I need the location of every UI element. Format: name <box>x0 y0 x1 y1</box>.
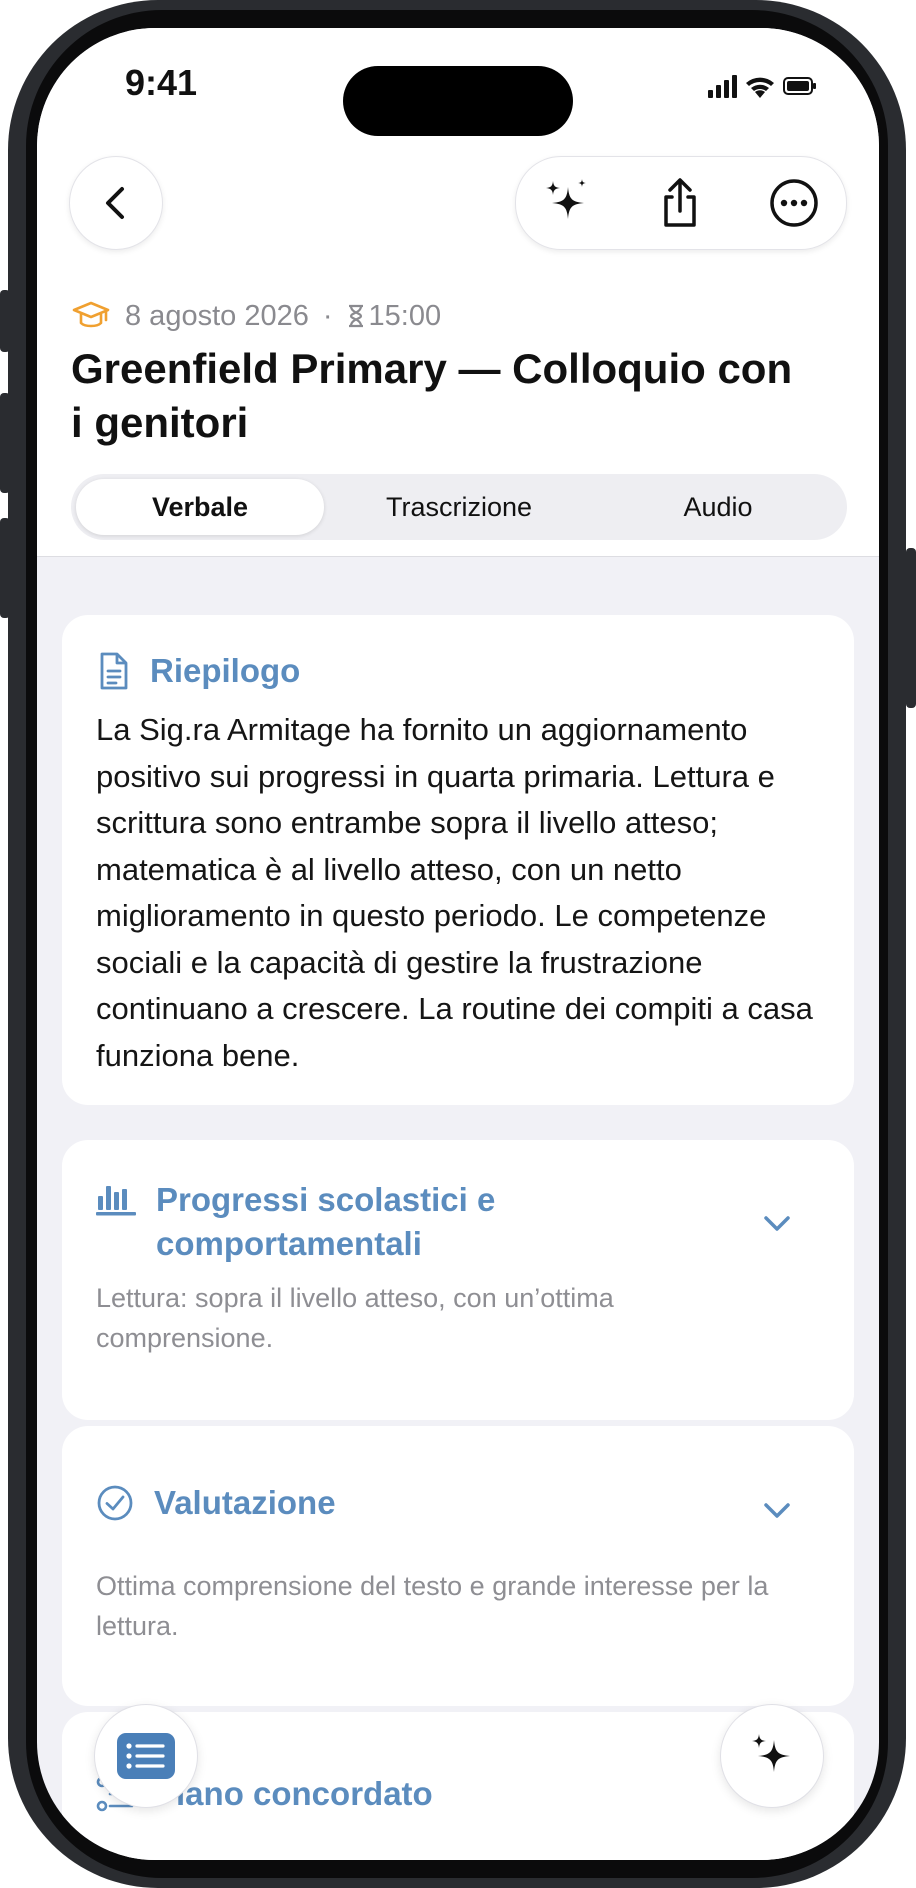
ai-button[interactable] <box>538 175 594 231</box>
graduation-cap-icon <box>72 301 110 328</box>
summary-title: Riepilogo <box>150 652 301 689</box>
ellipsis-circle-icon <box>770 179 818 227</box>
tab-verbale[interactable]: Verbale <box>76 479 324 535</box>
progress-title: Progressi scolastici e comportamentali <box>156 1181 496 1262</box>
progress-preview: Lettura: sopra il livello atteso, con un… <box>96 1283 614 1353</box>
meta-separator: · <box>322 299 333 332</box>
status-icons <box>708 75 816 98</box>
header-area: 9:41 8 agosto 2026 · 15:00 Greenfield Pr… <box>37 28 879 557</box>
sparkles-icon <box>752 1734 790 1772</box>
wifi-icon <box>746 77 774 98</box>
evaluation-header: Valutazione <box>96 1484 336 1522</box>
share-icon <box>664 178 696 227</box>
signal-icon <box>708 75 737 98</box>
meeting-meta: 8 agosto 2026 · 15:00 <box>71 296 441 336</box>
checkmark-circle-icon <box>97 1485 133 1521</box>
sparkles-icon <box>546 179 586 219</box>
header-actions <box>515 156 847 250</box>
status-time: 9:41 <box>125 62 198 103</box>
ai-assistant-fab[interactable] <box>720 1704 824 1808</box>
back-button[interactable] <box>69 156 163 250</box>
hourglass-icon <box>348 304 363 328</box>
meeting-time: 15:00 <box>368 299 442 332</box>
screen: 9:41 8 agosto 2026 · 15:00 Greenfield Pr… <box>37 28 879 1860</box>
side-button-power <box>906 548 916 708</box>
side-button-volume-up <box>0 393 10 493</box>
side-button-left-top <box>0 290 10 352</box>
summary-header: Riepilogo <box>96 651 300 691</box>
notes-fab[interactable] <box>94 1704 198 1808</box>
evaluation-title: Valutazione <box>154 1484 336 1521</box>
meeting-date: 8 agosto 2026 <box>125 299 309 332</box>
chevron-down-icon[interactable] <box>762 1495 792 1525</box>
progress-header: Progressi scolastici e comportamentali <box>96 1178 736 1266</box>
bar-chart-icon <box>96 1186 136 1216</box>
summary-text: La Sig.ra Armitage ha fornito un aggiorn… <box>96 712 813 1073</box>
segmented-control: Verbale Trascrizione Audio <box>71 474 847 540</box>
evaluation-card[interactable]: Valutazione Ottima comprensione del test… <box>62 1426 854 1706</box>
evaluation-preview: Ottima comprensione del testo e grande i… <box>96 1571 769 1641</box>
tab-audio[interactable]: Audio <box>594 479 842 535</box>
chevron-down-icon[interactable] <box>762 1208 792 1238</box>
plan-title: Piano concordato <box>154 1775 433 1812</box>
side-button-volume-down <box>0 518 10 618</box>
progress-card[interactable]: Progressi scolastici e comportamentali L… <box>62 1140 854 1420</box>
page-title: Greenfield Primary — Colloquio con i gen… <box>71 345 793 446</box>
share-button[interactable] <box>652 175 708 231</box>
document-icon <box>100 652 128 690</box>
chevron-left-icon <box>106 187 124 219</box>
list-icon <box>117 1733 175 1779</box>
dynamic-island <box>343 66 573 136</box>
more-button[interactable] <box>766 175 822 231</box>
tab-trascrizione[interactable]: Trascrizione <box>335 479 583 535</box>
battery-icon <box>783 77 816 95</box>
summary-card: Riepilogo La Sig.ra Armitage ha fornito … <box>62 615 854 1105</box>
